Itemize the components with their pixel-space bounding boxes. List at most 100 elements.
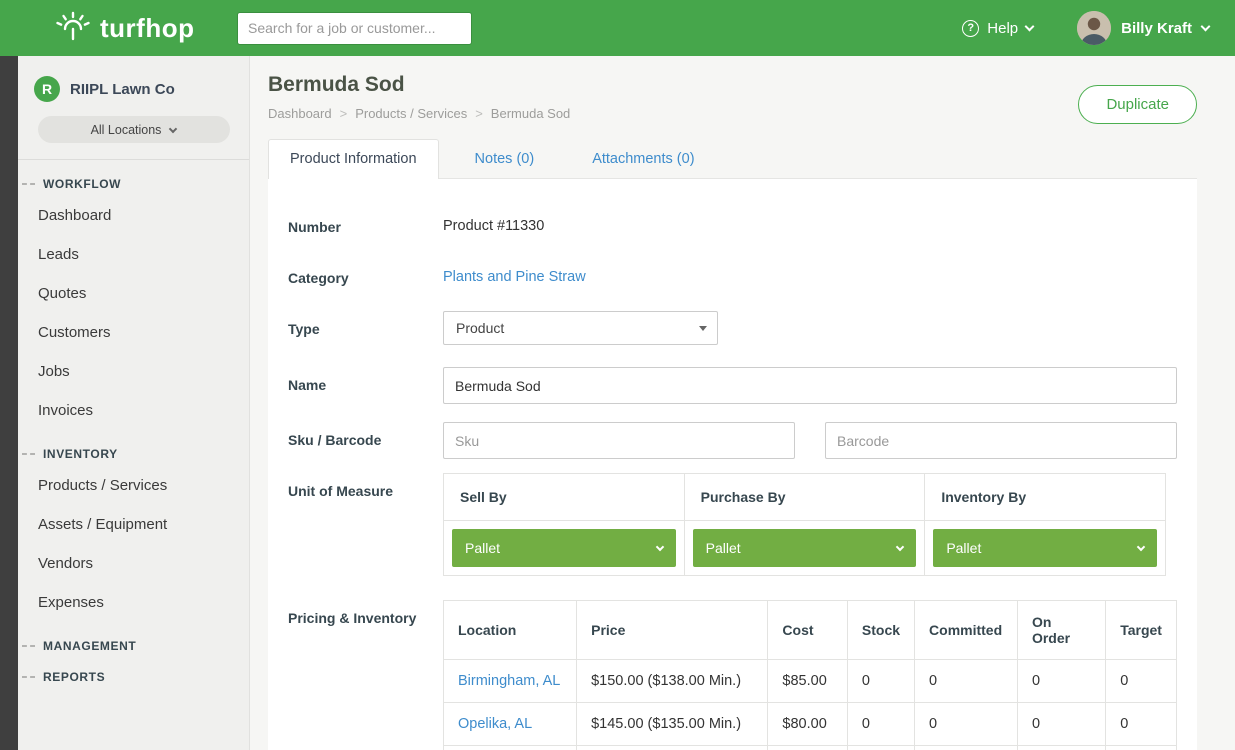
on-order-cell: 0 bbox=[1017, 703, 1105, 746]
breadcrumb-products-services[interactable]: Products / Services bbox=[355, 106, 467, 121]
uom-column-inventory-by: Inventory By bbox=[925, 474, 1166, 521]
section-dash-icon bbox=[22, 183, 35, 185]
brand-logo[interactable]: turfhop bbox=[0, 10, 237, 47]
pricing-inventory-table: Location Price Cost Stock Committed On O… bbox=[443, 600, 1177, 750]
inventory-by-dropdown[interactable]: Pallet bbox=[933, 529, 1157, 567]
tab-notes[interactable]: Notes (0) bbox=[453, 139, 557, 178]
sidebar-section-label: REPORTS bbox=[43, 670, 105, 684]
chevron-down-icon bbox=[896, 543, 904, 551]
sidebar-section-management[interactable]: MANAGEMENT bbox=[18, 639, 249, 653]
col-location: Location bbox=[444, 601, 577, 660]
price-cell: $150.00 ($138.00 Min.) bbox=[577, 660, 768, 703]
sidebar-section-inventory: INVENTORY bbox=[18, 447, 249, 461]
sidebar-item-jobs[interactable]: Jobs bbox=[18, 352, 249, 391]
price-cell: $145.00 ($135.00 Min.) bbox=[577, 703, 768, 746]
name-label: Name bbox=[288, 367, 443, 404]
purchase-by-value: Pallet bbox=[706, 540, 741, 556]
tab-product-information[interactable]: Product Information bbox=[268, 139, 439, 179]
page-header: Bermuda Sod Dashboard > Products / Servi… bbox=[250, 56, 1235, 124]
sidebar-section-label: WORKFLOW bbox=[43, 177, 121, 191]
col-price: Price bbox=[577, 601, 768, 660]
user-name: Billy Kraft bbox=[1121, 20, 1192, 37]
tab-bar: Product Information Notes (0) Attachment… bbox=[250, 139, 1235, 178]
stock-cell: 0 bbox=[847, 703, 914, 746]
location-link-birmingham[interactable]: Birmingham, AL bbox=[458, 673, 560, 689]
unit-of-measure-table: Sell By Purchase By Inventory By Pallet bbox=[443, 473, 1166, 576]
number-label: Number bbox=[288, 209, 443, 236]
col-on-order: On Order bbox=[1017, 601, 1105, 660]
sku-input[interactable] bbox=[443, 422, 795, 459]
sidebar-item-expenses[interactable]: Expenses bbox=[18, 583, 249, 622]
search-input[interactable] bbox=[237, 12, 472, 45]
breadcrumb-current: Bermuda Sod bbox=[491, 106, 571, 121]
product-number-value: Product #11330 bbox=[443, 209, 1177, 234]
col-stock: Stock bbox=[847, 601, 914, 660]
committed-cell: 0 bbox=[915, 703, 1018, 746]
pricing-header-row: Location Price Cost Stock Committed On O… bbox=[444, 601, 1177, 660]
sidebar-item-leads[interactable]: Leads bbox=[18, 235, 249, 274]
target-cell: 0 bbox=[1106, 703, 1177, 746]
sidebar-item-invoices[interactable]: Invoices bbox=[18, 391, 249, 430]
unit-of-measure-label: Unit of Measure bbox=[288, 473, 443, 576]
tab-attachments[interactable]: Attachments (0) bbox=[570, 139, 716, 178]
pricing-inventory-row: Pricing & Inventory Location Price Cost bbox=[288, 600, 1177, 750]
top-bar: turfhop ? Help Billy Kraft bbox=[0, 0, 1235, 56]
col-cost: Cost bbox=[768, 601, 847, 660]
sidebar-item-products-services[interactable]: Products / Services bbox=[18, 466, 249, 505]
sidebar-section-reports[interactable]: REPORTS bbox=[18, 670, 249, 684]
chevron-down-icon bbox=[1201, 21, 1211, 31]
col-committed: Committed bbox=[915, 601, 1018, 660]
uom-column-purchase-by: Purchase By bbox=[684, 474, 925, 521]
duplicate-button[interactable]: Duplicate bbox=[1078, 85, 1197, 124]
stock-cell: 0 bbox=[847, 660, 914, 703]
all-locations-dropdown[interactable]: All Locations bbox=[38, 116, 230, 143]
breadcrumb: Dashboard > Products / Services > Bermud… bbox=[268, 106, 570, 121]
user-menu[interactable]: Billy Kraft bbox=[1077, 11, 1209, 45]
sell-by-dropdown[interactable]: Pallet bbox=[452, 529, 676, 567]
type-select[interactable]: Product bbox=[443, 311, 718, 345]
category-link[interactable]: Plants and Pine Straw bbox=[443, 269, 586, 285]
sell-by-value: Pallet bbox=[465, 540, 500, 556]
location-link-opelika[interactable]: Opelika, AL bbox=[458, 716, 532, 732]
global-search bbox=[237, 12, 472, 45]
chevron-down-icon bbox=[1137, 543, 1145, 551]
locations-label: All Locations bbox=[91, 123, 162, 137]
type-row: Type Product bbox=[288, 311, 1177, 345]
cost-cell: $85.00 bbox=[768, 660, 847, 703]
sprinkler-logo-icon bbox=[55, 10, 91, 47]
cost-cell: $80.00 bbox=[768, 703, 847, 746]
section-dash-icon bbox=[22, 676, 35, 678]
sidebar-item-assets-equipment[interactable]: Assets / Equipment bbox=[18, 505, 249, 544]
company-name: RIIPL Lawn Co bbox=[70, 81, 175, 98]
table-row: Opelika, AL $145.00 ($135.00 Min.) $80.0… bbox=[444, 703, 1177, 746]
select-arrow-icon bbox=[699, 326, 707, 331]
barcode-input[interactable] bbox=[825, 422, 1177, 459]
section-dash-icon bbox=[22, 645, 35, 647]
sidebar-item-quotes[interactable]: Quotes bbox=[18, 274, 249, 313]
company-header: R RIIPL Lawn Co bbox=[18, 56, 249, 114]
col-target: Target bbox=[1106, 601, 1177, 660]
name-row: Name bbox=[288, 367, 1177, 404]
sidebar-item-vendors[interactable]: Vendors bbox=[18, 544, 249, 583]
breadcrumb-dashboard[interactable]: Dashboard bbox=[268, 106, 332, 121]
category-row: Category Plants and Pine Straw bbox=[288, 260, 1177, 287]
sidebar: R RIIPL Lawn Co All Locations WORKFLOW D… bbox=[18, 56, 250, 750]
target-cell: 0 bbox=[1106, 660, 1177, 703]
page-title: Bermuda Sod bbox=[268, 73, 570, 97]
product-information-panel: Number Product #11330 Category Plants an… bbox=[268, 178, 1197, 750]
sidebar-item-dashboard[interactable]: Dashboard bbox=[18, 196, 249, 235]
help-icon: ? bbox=[962, 20, 979, 37]
name-input[interactable] bbox=[443, 367, 1177, 404]
inventory-by-value: Pallet bbox=[946, 540, 981, 556]
uom-column-sell-by: Sell By bbox=[444, 474, 685, 521]
help-label: Help bbox=[987, 20, 1018, 37]
brand-name: turfhop bbox=[100, 13, 194, 44]
category-label: Category bbox=[288, 260, 443, 287]
help-menu[interactable]: ? Help bbox=[962, 20, 1033, 37]
breadcrumb-separator: > bbox=[340, 106, 348, 121]
purchase-by-dropdown[interactable]: Pallet bbox=[693, 529, 917, 567]
app-window: turfhop ? Help Billy Kraft bbox=[0, 0, 1235, 750]
table-row-partial bbox=[444, 746, 1177, 750]
type-select-value: Product bbox=[456, 320, 504, 336]
sidebar-item-customers[interactable]: Customers bbox=[18, 313, 249, 352]
